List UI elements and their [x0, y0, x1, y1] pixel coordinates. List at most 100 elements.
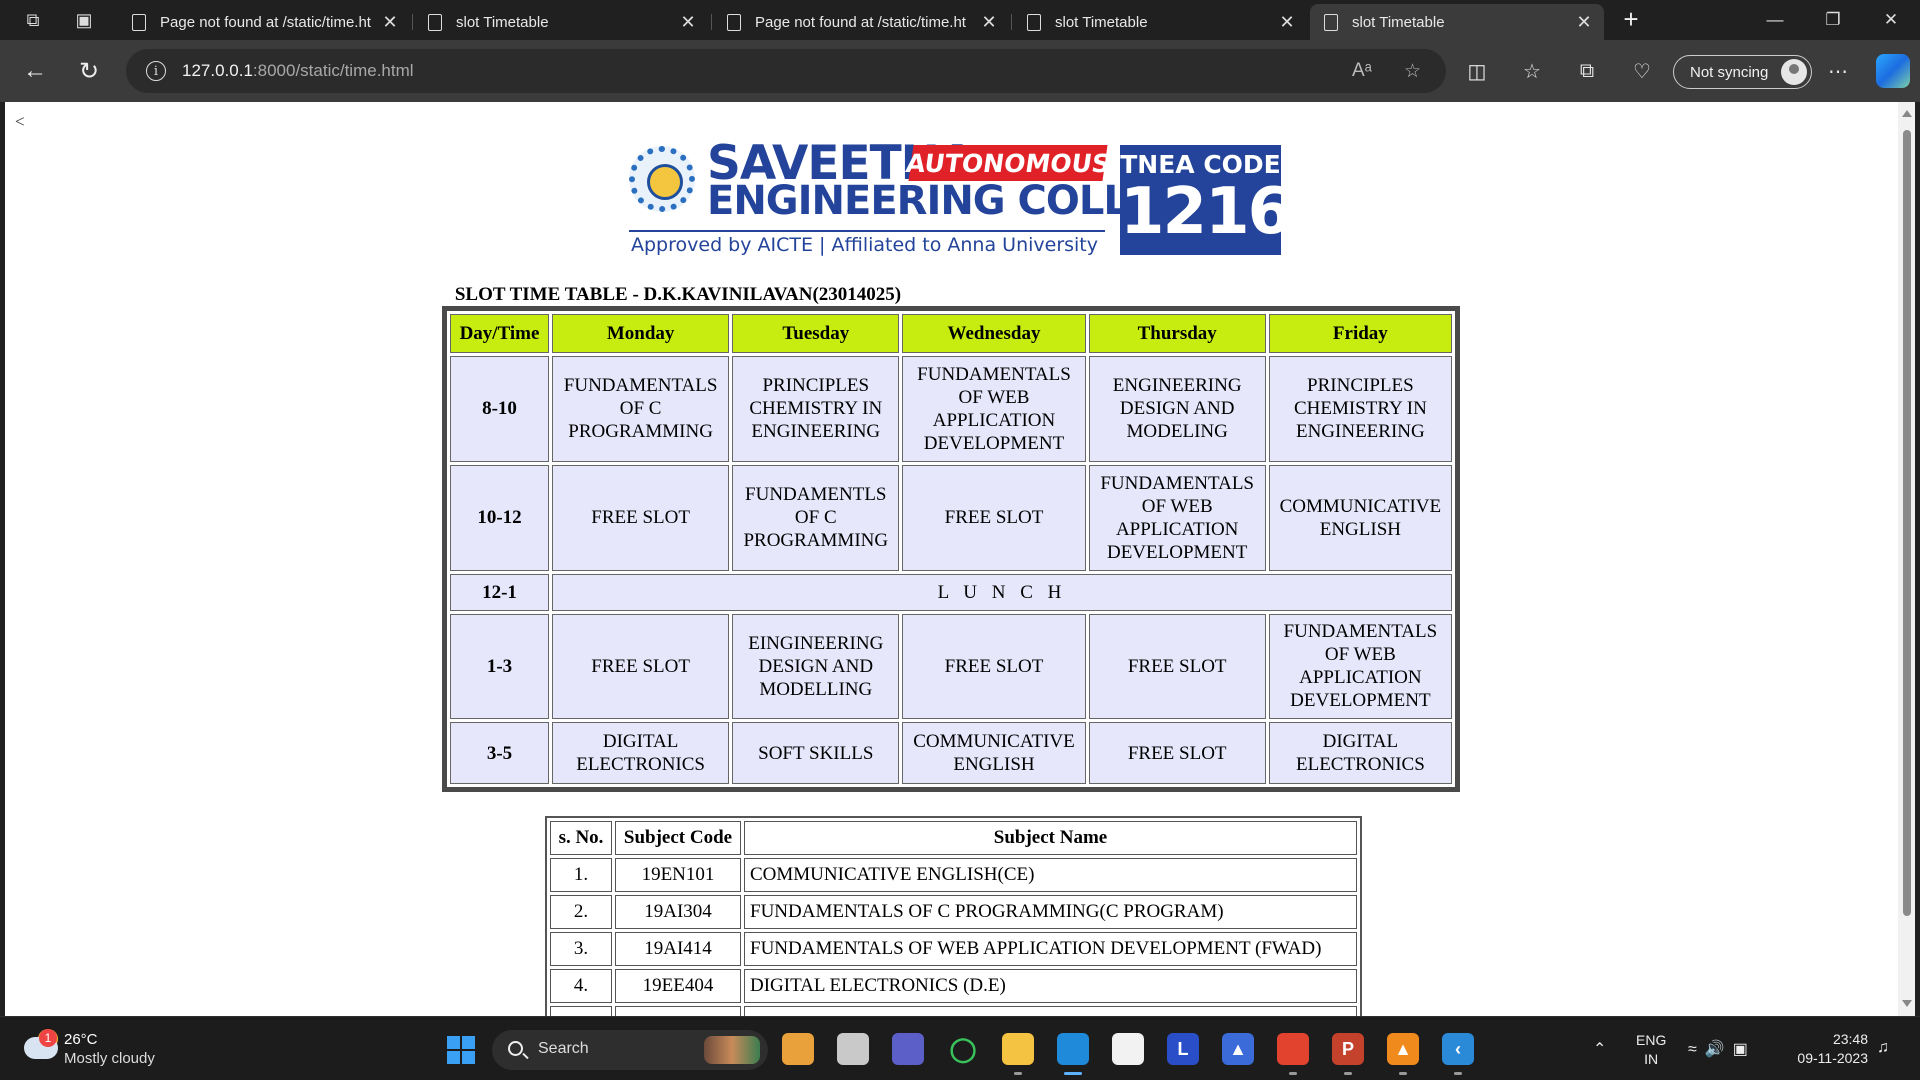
- file-explorer-icon[interactable]: [1002, 1033, 1034, 1065]
- back-link[interactable]: <: [15, 112, 25, 132]
- minimize-button[interactable]: —: [1752, 4, 1798, 36]
- edge-icon[interactable]: [1057, 1033, 1089, 1065]
- tnea-code-badge: TNEA CODE 1216: [1120, 145, 1292, 255]
- workspaces-icon[interactable]: ⧉: [16, 6, 50, 34]
- l-app-icon[interactable]: L: [1167, 1033, 1199, 1065]
- college-logo: SAVEETHA AUTONOMOUS ENGINEERING COLLEGE …: [625, 136, 1292, 268]
- close-tab-icon[interactable]: ✕: [1574, 12, 1594, 33]
- notification-bell-icon[interactable]: ♫: [1877, 1039, 1889, 1057]
- profile-sync-button[interactable]: Not syncing: [1673, 55, 1812, 89]
- close-tab-icon[interactable]: ✕: [678, 12, 698, 33]
- refresh-app-icon[interactable]: ◯: [947, 1033, 979, 1065]
- start-button[interactable]: [447, 1036, 475, 1064]
- close-tab-icon[interactable]: ✕: [979, 12, 999, 33]
- favorite-star-icon[interactable]: ☆: [1404, 49, 1421, 93]
- timetable-cell: FUNDAMENTALS OF WEB APPLICATION DEVELOPM…: [1088, 464, 1266, 571]
- window-border: [1915, 102, 1920, 1016]
- powerpoint-icon[interactable]: P: [1332, 1033, 1364, 1065]
- more-options-icon[interactable]: ⋯: [1822, 55, 1854, 87]
- tab-slot-timetable-active[interactable]: slot Timetable ✕: [1310, 4, 1604, 40]
- language-indicator[interactable]: ENG IN: [1636, 1031, 1666, 1069]
- subject-code: 19AI304: [615, 895, 741, 929]
- timetable-cell: FREE SLOT: [902, 613, 1086, 720]
- page-scrollbar[interactable]: [1898, 102, 1915, 1016]
- store-icon[interactable]: [1112, 1033, 1144, 1065]
- logo-affiliation: Approved by AICTE | Affiliated to Anna U…: [631, 234, 1099, 256]
- header-serial-no: s. No.: [550, 821, 612, 855]
- tab-actions-icon[interactable]: ▣: [67, 6, 101, 34]
- back-button[interactable]: ←: [17, 53, 53, 89]
- restore-button[interactable]: ❐: [1810, 4, 1856, 36]
- timetable-row: 1-3 FREE SLOT EINGINEERING DESIGN AND MO…: [450, 613, 1452, 720]
- weather-badge: 1: [39, 1029, 57, 1047]
- close-tab-icon[interactable]: ✕: [1277, 12, 1297, 33]
- header-day-time: Day/Time: [450, 314, 550, 354]
- table-row: 2. 19AI304 FUNDAMENTALS OF C PROGRAMMING…: [550, 895, 1357, 929]
- timetable-cell: FREE SLOT: [552, 613, 730, 720]
- tab-slot-timetable-2[interactable]: slot Timetable ✕: [1013, 4, 1307, 40]
- scroll-up-arrow-icon[interactable]: [1902, 110, 1912, 117]
- serial-no: 1.: [550, 858, 612, 892]
- arc-app-icon[interactable]: ▲: [1222, 1033, 1254, 1065]
- subject-code: 19EN101: [615, 858, 741, 892]
- system-tray-icons[interactable]: ≈🔊▣: [1688, 1039, 1756, 1059]
- split-screen-icon[interactable]: ◫: [1461, 55, 1493, 87]
- volume-icon: 🔊: [1704, 1041, 1733, 1058]
- header-subject-name: Subject Name: [744, 821, 1357, 855]
- browser-essentials-icon[interactable]: ♡: [1626, 55, 1658, 87]
- file-manager-icon[interactable]: [837, 1033, 869, 1065]
- timetable-header-row: Day/Time Monday Tuesday Wednesday Thursd…: [450, 314, 1452, 354]
- address-bar[interactable]: i 127.0.0.1:8000/static/time.html Aᵃ ☆: [126, 49, 1446, 93]
- vscode-icon[interactable]: ‹: [1442, 1033, 1474, 1065]
- tab-title: Page not found at /static/time.ht: [755, 13, 966, 31]
- tab-strip: ⧉ ▣ Page not found at /static/time.ht ✕ …: [0, 0, 1920, 40]
- refresh-button[interactable]: ↻: [71, 53, 107, 89]
- timetable-row: 10-12 FREE SLOT FUNDAMENTLS OF C PROGRAM…: [450, 464, 1452, 571]
- table-row: 3. 19AI414 FUNDAMENTALS OF WEB APPLICATI…: [550, 932, 1357, 966]
- timetable-cell: PRINCIPLES CHEMISTRY IN ENGINEERING: [732, 356, 900, 462]
- timetable-cell: ENGINEERING DESIGN AND MODELING: [1088, 356, 1266, 462]
- weather-widget[interactable]: 1 26°C Mostly cloudy: [20, 1029, 220, 1071]
- tab-title: Page not found at /static/time.ht: [160, 13, 371, 31]
- header-tuesday: Tuesday: [732, 314, 900, 354]
- close-window-button[interactable]: ✕: [1868, 4, 1914, 36]
- copilot-icon[interactable]: [1876, 54, 1910, 88]
- college-seal-icon: [629, 146, 695, 212]
- chrome-icon[interactable]: [1277, 1033, 1309, 1065]
- timetable-cell: FUNDAMENTALS OF WEB APPLICATION DEVELOPM…: [1268, 613, 1452, 720]
- timetable-cell: FUNDAMENTALS OF C PROGRAMMING: [552, 356, 730, 462]
- tab-page-not-found-2[interactable]: Page not found at /static/time.ht ✕: [713, 4, 1009, 40]
- clock[interactable]: 23:48 09-11-2023: [1778, 1030, 1868, 1068]
- page-icon: [1324, 13, 1338, 31]
- timetable-cell: FUNDAMENTLS OF C PROGRAMMING: [732, 464, 900, 571]
- collections-icon[interactable]: ⧉: [1571, 55, 1603, 87]
- read-aloud-icon[interactable]: Aᵃ: [1352, 49, 1372, 93]
- table-row: [550, 1006, 1357, 1016]
- teams-icon[interactable]: [892, 1033, 924, 1065]
- language-code: ENG: [1636, 1032, 1667, 1048]
- vlc-icon[interactable]: ▲: [1387, 1033, 1419, 1065]
- tnea-code: 1216: [1120, 175, 1292, 249]
- windows-logo-icon: [462, 1036, 475, 1049]
- favorites-icon[interactable]: ☆: [1516, 55, 1548, 87]
- browser-toolbar: ← ↻ i 127.0.0.1:8000/static/time.html Aᵃ…: [0, 40, 1920, 102]
- subject-code: 19AI414: [615, 932, 741, 966]
- tab-slot-timetable-1[interactable]: slot Timetable ✕: [414, 4, 708, 40]
- taskbar-search[interactable]: Search: [492, 1030, 768, 1070]
- header-thursday: Thursday: [1088, 314, 1266, 354]
- time-slot: 1-3: [450, 613, 550, 720]
- page-viewport: < SAVEETHA AUTONOMOUS ENGINEERING COLLEG…: [5, 102, 1903, 1016]
- scrollbar-thumb[interactable]: [1903, 130, 1911, 916]
- show-hidden-icons-chevron-icon[interactable]: ⌃: [1593, 1039, 1606, 1059]
- serial-no: 2.: [550, 895, 612, 929]
- new-tab-button[interactable]: +: [1616, 5, 1646, 35]
- scroll-down-arrow-icon[interactable]: [1902, 1000, 1912, 1007]
- close-tab-icon[interactable]: ✕: [380, 12, 400, 33]
- subject-name: FUNDAMENTALS OF C PROGRAMMING(C PROGRAM): [744, 895, 1357, 929]
- timetable-cell: FREE SLOT: [1088, 722, 1266, 784]
- running-indicator: [1454, 1072, 1462, 1075]
- copilot-app-icon[interactable]: [782, 1033, 814, 1065]
- tab-page-not-found-1[interactable]: Page not found at /static/time.ht ✕: [118, 4, 410, 40]
- info-icon[interactable]: i: [146, 61, 166, 81]
- running-indicator: [1064, 1072, 1082, 1075]
